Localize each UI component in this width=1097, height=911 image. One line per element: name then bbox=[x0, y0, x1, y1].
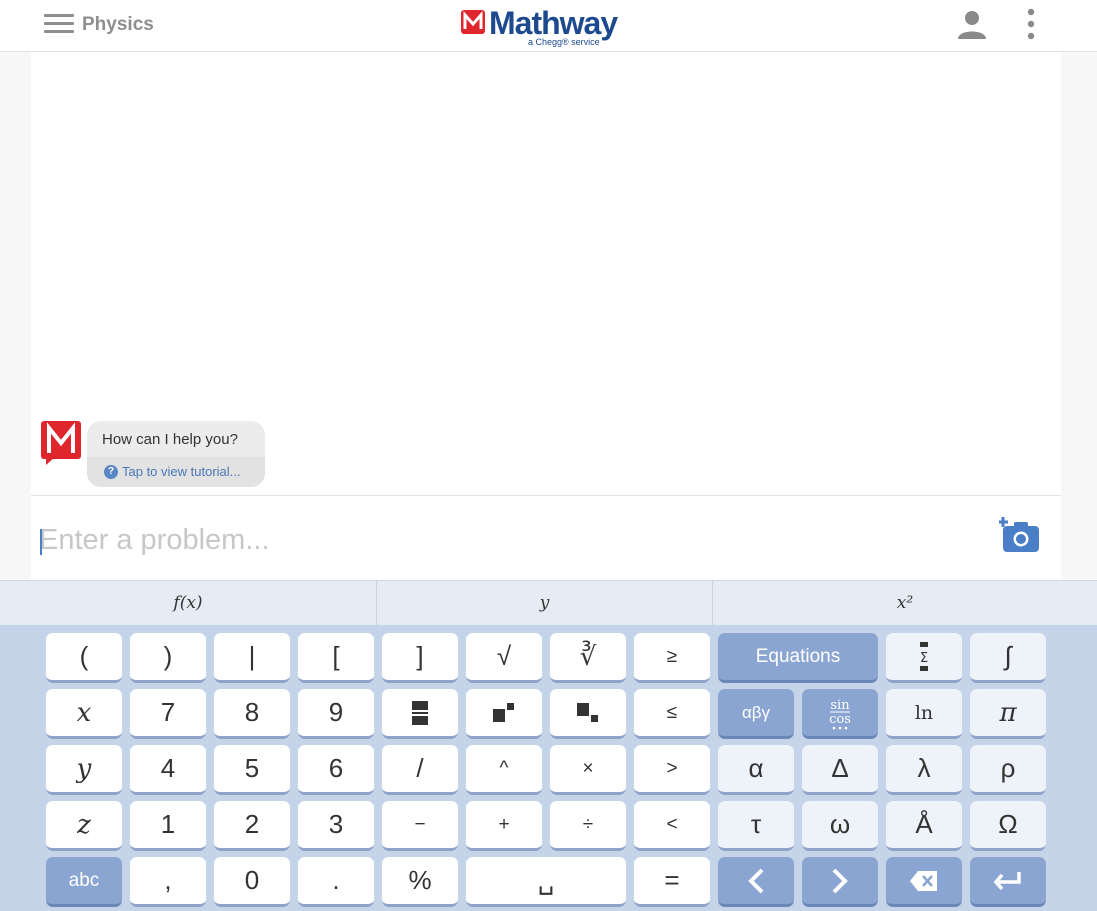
key-period[interactable]: . bbox=[298, 857, 374, 907]
help-icon: ? bbox=[104, 465, 118, 479]
key-multiply[interactable]: × bbox=[550, 745, 626, 795]
chevron-right-icon bbox=[832, 868, 848, 893]
key-pi[interactable]: π bbox=[970, 689, 1046, 739]
key-z[interactable]: z bbox=[46, 801, 122, 851]
logo-tagline: a Chegg® service bbox=[528, 37, 600, 47]
mathway-logo[interactable]: Mathway a Chegg® service bbox=[461, 5, 631, 48]
key-4[interactable]: 4 bbox=[130, 745, 206, 795]
key-omega-upper[interactable]: Ω bbox=[970, 801, 1046, 851]
key-minus[interactable]: − bbox=[382, 801, 458, 851]
subscript-icon bbox=[577, 702, 598, 722]
key-divide-slash[interactable]: / bbox=[382, 745, 458, 795]
key-7[interactable]: 7 bbox=[130, 689, 206, 739]
svg-text:cos: cos bbox=[829, 712, 851, 727]
key-0[interactable]: 0 bbox=[214, 857, 290, 907]
key-percent[interactable]: % bbox=[382, 857, 458, 907]
mathway-logo-mark bbox=[461, 10, 485, 34]
chat-bubble: How can I help you? ? Tap to view tutori… bbox=[87, 421, 265, 487]
key-sqrt[interactable]: √ bbox=[466, 633, 542, 683]
hamburger-menu-icon[interactable] bbox=[44, 14, 74, 34]
key-greater-than[interactable]: > bbox=[634, 745, 710, 795]
summation-icon: Σ bbox=[920, 641, 928, 671]
chat-area: How can I help you? ? Tap to view tutori… bbox=[31, 52, 1061, 495]
user-icon[interactable] bbox=[956, 8, 988, 40]
key-backspace[interactable] bbox=[886, 857, 962, 907]
mathway-avatar-icon bbox=[41, 421, 81, 467]
key-less-than[interactable]: < bbox=[634, 801, 710, 851]
tutorial-link-text: Tap to view tutorial... bbox=[122, 464, 241, 479]
trig-icon: sincos bbox=[829, 698, 851, 729]
tab-y[interactable]: y bbox=[377, 581, 713, 625]
key-lte[interactable]: ≤ bbox=[634, 689, 710, 739]
tab-x-squared[interactable]: x² bbox=[713, 581, 1097, 625]
key-enter[interactable] bbox=[970, 857, 1046, 907]
key-equals[interactable]: = bbox=[634, 857, 710, 907]
enter-icon bbox=[993, 871, 1021, 890]
key-abs[interactable]: | bbox=[214, 633, 290, 683]
key-x[interactable]: x bbox=[46, 689, 122, 739]
key-open-bracket[interactable]: [ bbox=[298, 633, 374, 683]
problem-input-bar bbox=[31, 495, 1061, 580]
key-close-paren[interactable]: ) bbox=[130, 633, 206, 683]
key-8[interactable]: 8 bbox=[214, 689, 290, 739]
key-gte[interactable]: ≥ bbox=[634, 633, 710, 683]
key-space[interactable]: ␣ bbox=[466, 857, 626, 907]
tab-function-label: f(x) bbox=[173, 593, 203, 613]
key-plus[interactable]: + bbox=[466, 801, 542, 851]
key-lambda[interactable]: λ bbox=[886, 745, 962, 795]
key-y[interactable]: y bbox=[46, 745, 122, 795]
tab-y-label: y bbox=[539, 593, 550, 613]
key-3[interactable]: 3 bbox=[298, 801, 374, 851]
key-9[interactable]: 9 bbox=[298, 689, 374, 739]
math-keyboard: ( ) | [ ] √ ∛ ≥ Equations Σ ∫ x 7 8 9 ≤ … bbox=[0, 625, 1097, 911]
key-exponent[interactable] bbox=[466, 689, 542, 739]
key-alpha[interactable]: α bbox=[718, 745, 794, 795]
key-close-bracket[interactable]: ] bbox=[382, 633, 458, 683]
key-5[interactable]: 5 bbox=[214, 745, 290, 795]
chevron-left-icon bbox=[748, 868, 764, 893]
key-greek-keyboard[interactable]: αβγ bbox=[718, 689, 794, 739]
tutorial-link[interactable]: ? Tap to view tutorial... bbox=[87, 457, 265, 487]
key-1[interactable]: 1 bbox=[130, 801, 206, 851]
key-tau[interactable]: τ bbox=[718, 801, 794, 851]
keyboard-tabs: f(x) y x² bbox=[0, 580, 1097, 625]
key-nth-root[interactable]: ∛ bbox=[550, 633, 626, 683]
key-integral[interactable]: ∫ bbox=[970, 633, 1046, 683]
fraction-icon bbox=[412, 700, 428, 725]
key-divide[interactable]: ÷ bbox=[550, 801, 626, 851]
svg-text:sin: sin bbox=[830, 698, 850, 713]
key-ln[interactable]: ln bbox=[886, 689, 962, 739]
subject-selector[interactable]: Physics bbox=[82, 14, 154, 36]
key-omega[interactable]: ω bbox=[802, 801, 878, 851]
key-comma[interactable]: , bbox=[130, 857, 206, 907]
key-subscript[interactable] bbox=[550, 689, 626, 739]
key-open-paren[interactable]: ( bbox=[46, 633, 122, 683]
key-cursor-left[interactable] bbox=[718, 857, 794, 907]
camera-icon[interactable] bbox=[998, 516, 1041, 554]
summation-glyph: Σ bbox=[920, 651, 928, 666]
key-fraction[interactable] bbox=[382, 689, 458, 739]
key-cursor-right[interactable] bbox=[802, 857, 878, 907]
key-6[interactable]: 6 bbox=[298, 745, 374, 795]
problem-input[interactable] bbox=[39, 518, 959, 562]
text-caret bbox=[40, 529, 42, 555]
exponent-icon bbox=[493, 702, 514, 722]
kebab-menu-icon[interactable] bbox=[1024, 8, 1038, 42]
key-2[interactable]: 2 bbox=[214, 801, 290, 851]
key-caret[interactable]: ^ bbox=[466, 745, 542, 795]
chat-message: How can I help you? bbox=[102, 431, 238, 448]
tab-x-squared-label: x² bbox=[896, 593, 914, 613]
key-trig-keyboard[interactable]: sin cos bbox=[802, 689, 878, 739]
tab-function[interactable]: f(x) bbox=[0, 581, 377, 625]
backspace-icon bbox=[910, 870, 937, 891]
key-angstrom[interactable]: Å bbox=[886, 801, 962, 851]
app-header: Physics Mathway a Chegg® service bbox=[0, 0, 1097, 52]
key-abc[interactable]: abc bbox=[46, 857, 122, 907]
key-equations[interactable]: Equations bbox=[718, 633, 878, 683]
key-delta[interactable]: Δ bbox=[802, 745, 878, 795]
key-rho[interactable]: ρ bbox=[970, 745, 1046, 795]
key-summation[interactable]: Σ bbox=[886, 633, 962, 683]
